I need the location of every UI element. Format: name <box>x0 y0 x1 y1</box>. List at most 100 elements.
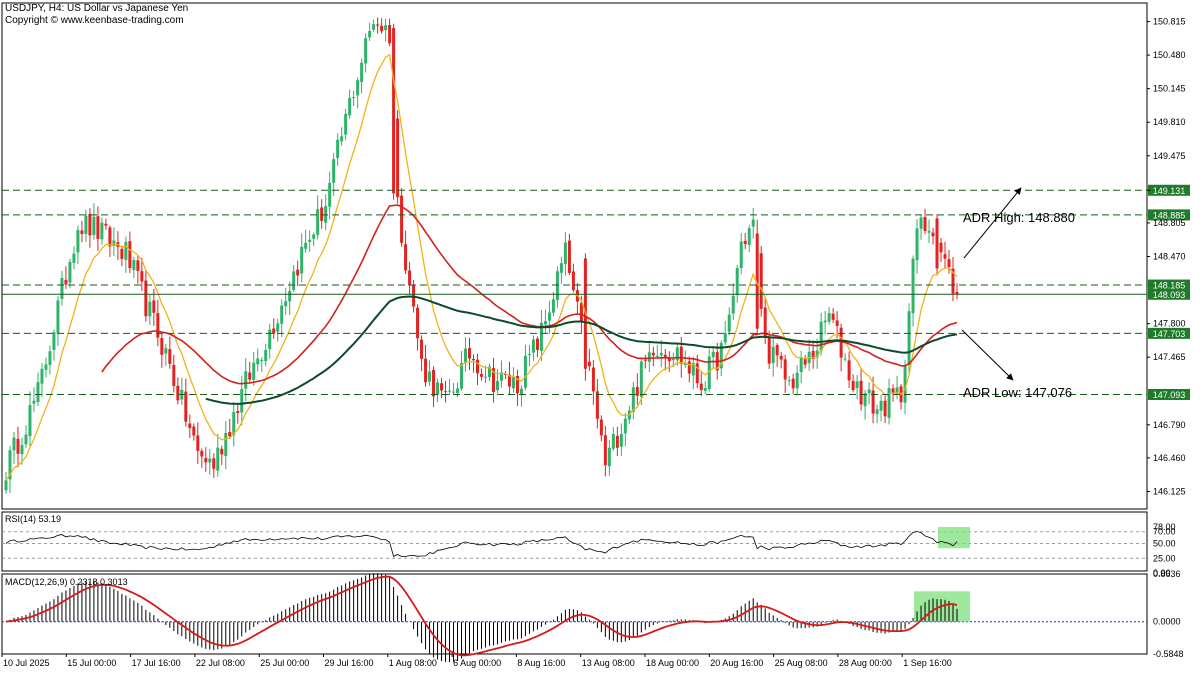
time-tick-label: 6 Aug 00:00 <box>453 658 501 668</box>
candle-body <box>460 362 464 389</box>
candle-body <box>551 299 555 313</box>
candle-body <box>795 372 799 389</box>
candle-body <box>304 242 308 249</box>
main-panel-frame <box>1 2 1148 510</box>
candle-body <box>172 365 176 386</box>
price-tick-label: 146.790 <box>1153 420 1186 430</box>
candle-body <box>851 380 855 391</box>
candle-body <box>863 393 867 407</box>
candle-body <box>631 387 635 412</box>
time-tick-label: 10 Jul 2025 <box>3 658 50 668</box>
candle-body <box>703 388 707 391</box>
candle-body <box>535 338 539 350</box>
candle-body <box>468 348 472 359</box>
candle-body <box>751 219 755 227</box>
candle-body <box>432 369 436 397</box>
candle-body <box>436 382 440 395</box>
chart-title: USDJPY, H4: US Dollar vs Japanese Yen <box>5 3 189 14</box>
candle-body <box>124 241 128 260</box>
candle-body <box>68 262 72 283</box>
candle-body <box>412 284 416 307</box>
candle-body <box>607 447 611 467</box>
candle-body <box>404 244 408 271</box>
candle-body <box>915 228 919 261</box>
candle-body <box>184 391 188 422</box>
candle-body <box>300 246 304 274</box>
candle-body <box>472 358 476 361</box>
candle-body <box>859 380 863 405</box>
candle-body <box>555 271 559 301</box>
candle-body <box>364 38 368 64</box>
candle-body <box>372 24 376 30</box>
candle-body <box>192 426 196 436</box>
candle-body <box>88 213 92 236</box>
candle-body <box>476 359 480 374</box>
candle-body <box>308 239 312 242</box>
candle-body <box>444 391 448 393</box>
price-tag-label: 147.093 <box>1153 390 1186 400</box>
candle-body <box>823 320 827 323</box>
candle-body <box>775 345 779 356</box>
candle-body <box>160 338 164 355</box>
candle-body <box>224 432 228 457</box>
time-tick-label: 25 Jul 00:00 <box>260 658 309 668</box>
candle-body <box>452 391 456 393</box>
candle-body <box>356 80 360 96</box>
candle-body <box>835 320 839 327</box>
candle-body <box>523 355 527 388</box>
candle-body <box>739 241 743 268</box>
candle-body <box>164 348 168 354</box>
candle-body <box>56 300 60 333</box>
candle-body <box>376 24 380 26</box>
candle-body <box>483 376 487 378</box>
price-tag-label: 147.703 <box>1153 329 1186 339</box>
candle-body <box>643 359 647 361</box>
candle-body <box>328 182 332 207</box>
candle-body <box>12 437 16 451</box>
candle-body <box>791 378 795 389</box>
candle-body <box>348 97 352 116</box>
candle-body <box>200 450 204 457</box>
candle-body <box>531 339 535 353</box>
candle-body <box>464 348 468 363</box>
candle-body <box>344 113 348 135</box>
time-tick-label: 13 Aug 08:00 <box>582 658 635 668</box>
candle-body <box>336 139 340 159</box>
price-tick-label: 149.475 <box>1153 151 1186 161</box>
candle-body <box>320 207 324 221</box>
candle-body <box>276 323 280 332</box>
candle-body <box>288 290 292 302</box>
candle-body <box>599 419 603 436</box>
candle-body <box>140 271 144 282</box>
candle-body <box>248 372 252 380</box>
price-tag-label: 149.131 <box>1153 186 1186 196</box>
candle-body <box>92 216 96 235</box>
candle-body <box>480 373 483 377</box>
candle-body <box>244 371 248 389</box>
candle-body <box>735 267 739 296</box>
time-tick-label: 18 Aug 00:00 <box>646 658 699 668</box>
candle-body <box>891 388 895 393</box>
candle-body <box>655 355 659 357</box>
rsi-tick-label: 50.00 <box>1153 539 1176 549</box>
candle-body <box>188 423 192 428</box>
candle-body <box>699 383 703 390</box>
candle-body <box>727 314 731 332</box>
candle-body <box>48 351 52 365</box>
time-tick-label: 17 Jul 16:00 <box>132 658 181 668</box>
time-tick-label: 15 Jul 00:00 <box>67 658 116 668</box>
candle-body <box>112 240 116 246</box>
candle-body <box>571 271 575 291</box>
candle-body <box>400 195 404 243</box>
candle-body <box>108 227 112 247</box>
candles-group <box>4 17 959 494</box>
candle-body <box>280 305 284 324</box>
candle-body <box>168 349 172 364</box>
candle-body <box>36 382 40 402</box>
time-tick-label: 1 Aug 08:00 <box>389 658 437 668</box>
ma-fast-line <box>5 53 958 481</box>
adr-high-label: ADR High: 148.880 <box>963 210 1075 225</box>
candle-body <box>268 329 272 350</box>
macd-title: MACD(12,26,9) 0.2318 0.3013 <box>5 577 128 587</box>
copyright-note: Copyright © www.keenbase-trading.com <box>5 15 184 26</box>
